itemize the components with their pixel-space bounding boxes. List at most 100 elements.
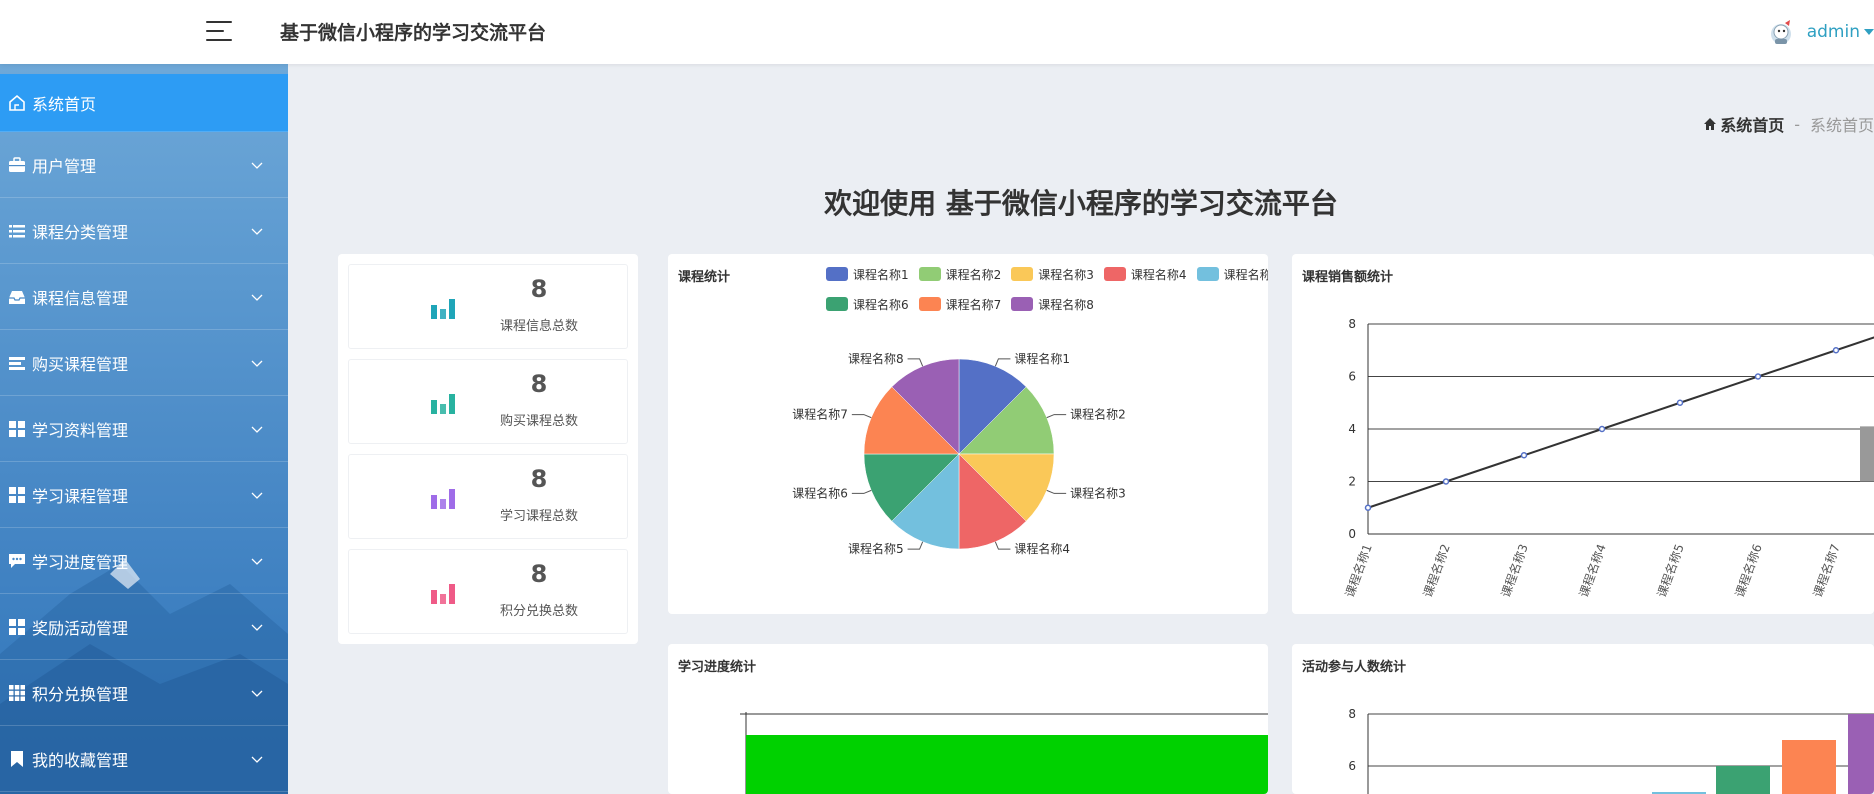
list-icon [9, 224, 25, 237]
data-point[interactable] [1832, 347, 1840, 354]
menu-toggle-icon[interactable] [206, 19, 232, 43]
progress-panel: 学习进度统计 [668, 644, 1268, 794]
x-tick-label: 课程名称5 [1654, 542, 1687, 599]
pie-label: 课程名称7 [792, 407, 848, 422]
stat-label: 课程信息总数 [499, 319, 578, 334]
progress-bar[interactable] [746, 735, 1268, 794]
sidebar-item-purchase-course[interactable]: 购买课程管理 [0, 330, 288, 396]
breadcrumb: 系统首页 - 系统首页 [1703, 112, 1874, 136]
data-point[interactable] [1520, 452, 1528, 459]
sidebar-item-label: 学习课程管理 [32, 486, 129, 506]
stat-label: 购买课程总数 [499, 414, 578, 429]
home-icon [9, 94, 25, 111]
chevron-down-icon [251, 756, 263, 763]
sidebar-item-course-info[interactable]: 课程信息管理 [0, 264, 288, 330]
pie-label-line [907, 541, 924, 550]
pie-label-line [907, 358, 924, 367]
pie-chart: 课程名称1 课程名称2 课程名称3 课程名称4 课程名称5 课程名称6 课程名称7 课程名称8 [792, 351, 1126, 556]
x-tick-label: 课程名称2 [1420, 542, 1453, 599]
bookmark-icon [11, 750, 23, 767]
sidebar-item-reward-activity[interactable]: 奖励活动管理 [0, 594, 288, 660]
breadcrumb-home[interactable]: 系统首页 [1720, 112, 1784, 136]
briefcase-icon [9, 156, 25, 172]
x-tick-label: 课程名称3 [1498, 542, 1531, 599]
pie-label: 课程名称3 [1070, 485, 1126, 500]
sidebar-item-label: 积分兑换管理 [32, 684, 129, 704]
sales-line-panel: 课程销售额统计 0 2 4 6 8 课程名称1 课程名称2 课程名称3 课程名称4 课程名称5 课程… [1292, 254, 1874, 614]
data-point[interactable] [1364, 504, 1372, 511]
chevron-down-icon [251, 558, 263, 565]
pie-label-line [851, 489, 872, 494]
sidebar-item-label: 购买课程管理 [32, 354, 129, 374]
stats-panel: 8 课程信息总数 8 购买课程总数 8 学习课程总数 8 积分兑换总数 [338, 254, 638, 644]
breadcrumb-current: 系统首页 [1809, 116, 1874, 135]
grid-small-icon [9, 684, 25, 701]
user-menu[interactable]: admin [1767, 14, 1874, 50]
welcome-title: 欢迎使用 基于微信小程序的学习交流平台 [824, 187, 1338, 220]
sidebar-item-home[interactable]: 系统首页 [0, 74, 288, 132]
stat-card-purchase-course: 8 购买课程总数 [348, 359, 628, 444]
chevron-down-icon [251, 162, 263, 169]
pie-label: 课程名称4 [1014, 541, 1070, 556]
sidebar-item-label: 系统首页 [32, 94, 97, 114]
y-tick-label: 6 [1348, 370, 1356, 384]
sidebar-item-label: 课程分类管理 [32, 222, 129, 242]
sidebar-item-label: 我的收藏管理 [32, 750, 129, 770]
line-chart: 0 2 4 6 8 课程名称1 课程名称2 课程名称3 课程名称4 课程名称5 课程名称6 课程名称7 [1342, 317, 1874, 599]
list-alt-icon [9, 356, 25, 370]
sidebar-item-study-progress[interactable]: 学习进度管理 [0, 528, 288, 594]
pie-label-line [1046, 489, 1067, 494]
user-name[interactable]: admin [1807, 22, 1860, 42]
y-tick-label: 2 [1348, 475, 1356, 489]
stat-label: 积分兑换总数 [499, 604, 578, 619]
bar[interactable] [1716, 766, 1770, 794]
sidebar-item-study-materials[interactable]: 学习资料管理 [0, 396, 288, 462]
app-title: 基于微信小程序的学习交流平台 [280, 22, 547, 44]
sidebar-item-study-courses[interactable]: 学习课程管理 [0, 462, 288, 528]
comment-icon [9, 553, 25, 568]
pie-label-line [851, 414, 872, 419]
y-tick-label: 8 [1348, 707, 1356, 721]
top-bar: 基于微信小程序的学习交流平台 admin [0, 0, 1874, 64]
chevron-down-icon [251, 690, 263, 697]
pie-label-line [1046, 414, 1067, 419]
sidebar-item-points-exchange[interactable]: 积分兑换管理 [0, 660, 288, 726]
x-tick-label: 课程名称7 [1810, 542, 1843, 599]
stat-value: 8 [530, 560, 548, 588]
grid-icon [9, 618, 25, 635]
data-point[interactable] [1442, 478, 1450, 485]
sidebar-item-course-category[interactable]: 课程分类管理 [0, 198, 288, 264]
stat-card-study-course: 8 学习课程总数 [348, 454, 628, 539]
stat-label: 学习课程总数 [499, 509, 578, 524]
bar-chart-icon [431, 394, 455, 414]
sidebar-item-favorites[interactable]: 我的收藏管理 [0, 726, 288, 792]
bar-mark[interactable] [1860, 426, 1874, 482]
chevron-down-icon [251, 426, 263, 433]
sidebar-item-label: 学习资料管理 [32, 420, 129, 440]
stat-card-course-info: 8 课程信息总数 [348, 264, 628, 349]
avatar [1770, 20, 1791, 44]
breadcrumb-separator: - [1794, 114, 1800, 134]
data-point[interactable] [1754, 373, 1762, 380]
sidebar-item-user-management[interactable]: 用户管理 [0, 132, 288, 198]
data-point[interactable] [1676, 399, 1684, 406]
chevron-down-icon [251, 294, 263, 301]
bar-chart-icon [431, 299, 455, 319]
caret-down-icon[interactable] [1864, 29, 1874, 35]
sidebar-item-label: 用户管理 [32, 156, 97, 176]
chevron-down-icon [251, 492, 263, 499]
sidebar-item-label: 学习进度管理 [32, 552, 129, 572]
pie-label: 课程名称6 [792, 485, 848, 500]
sidebar: 系统首页 用户管理 课程分类管理 课程信息管理 购买课程管理 学习资料管理 学习… [0, 64, 288, 794]
data-point[interactable] [1598, 425, 1606, 433]
stat-value: 8 [530, 370, 548, 398]
bar[interactable] [1782, 740, 1836, 794]
y-tick-label: 8 [1348, 317, 1356, 331]
main-content: 系统首页 - 系统首页 欢迎使用 基于微信小程序的学习交流平台 8 课程信息总数… [288, 64, 1874, 794]
y-tick-label: 6 [1348, 759, 1356, 773]
grid-icon [9, 420, 25, 437]
bar[interactable] [1848, 714, 1874, 794]
home-icon [1704, 118, 1717, 130]
sidebar-item-label: 课程信息管理 [32, 288, 129, 308]
activity-panel: 活动参与人数统计 68 [1292, 644, 1874, 794]
